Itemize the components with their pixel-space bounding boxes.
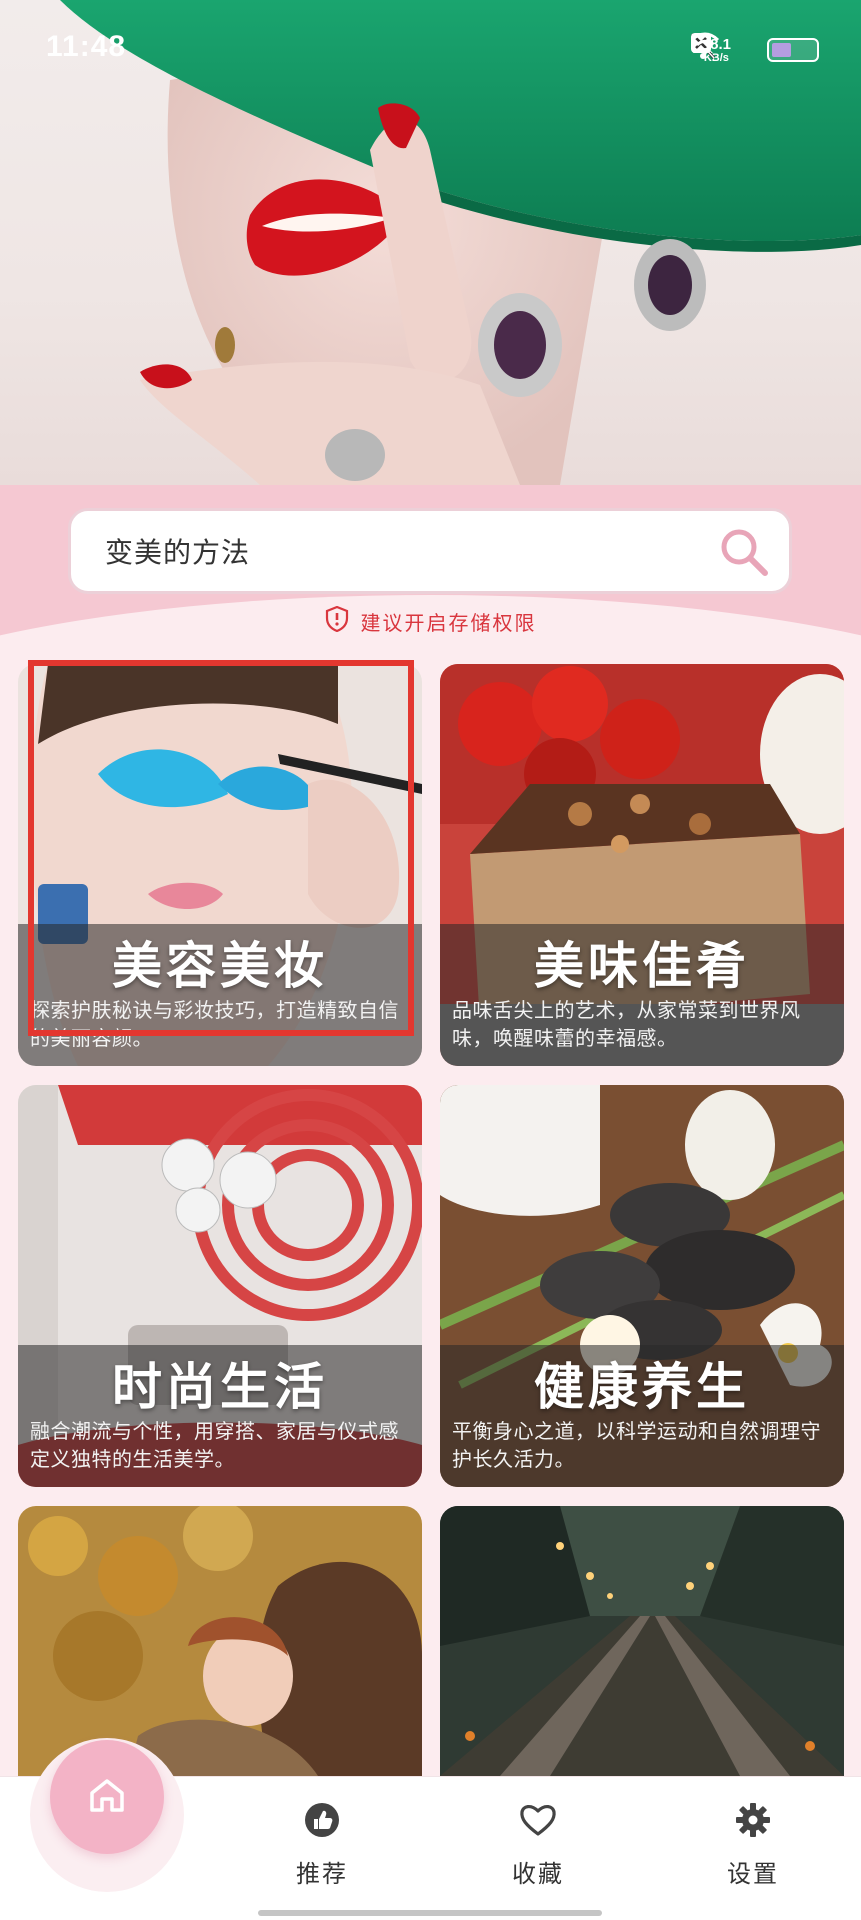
nav-label: 收藏 <box>512 1860 564 1888</box>
nav-item-settings[interactable]: 设置 <box>693 1800 813 1890</box>
search-text: 变美的方法 <box>105 536 251 569</box>
home-button[interactable] <box>50 1740 164 1854</box>
card-title: 时尚生活 <box>112 1358 328 1416</box>
status-bar: 11:48 88.1 KB/s <box>0 0 861 100</box>
nav-label: 推荐 <box>296 1860 348 1888</box>
card-image <box>440 1506 844 1776</box>
battery-icon <box>767 38 819 62</box>
battery-fill <box>772 43 791 57</box>
nav-label: 设置 <box>727 1860 779 1888</box>
status-icons: 88.1 KB/s <box>690 32 819 68</box>
card-desc: 融合潮流与个性，用穿搭、家居与仪式感定义独特的生活美学。 <box>30 1419 399 1471</box>
card-delicious-food[interactable]: 美味佳肴 品味舌尖上的艺术，从家常菜到世界风味，唤醒味蕾的幸福感。 <box>440 664 844 1066</box>
shield-icon <box>325 605 349 637</box>
card-desc: 品味舌尖上的艺术，从家常菜到世界风味，唤醒味蕾的幸福感。 <box>452 998 801 1050</box>
card-image <box>18 1506 422 1776</box>
search-input[interactable]: 变美的方法 <box>68 508 792 594</box>
card-title: 美味佳肴 <box>534 937 750 995</box>
thumbs-up-icon <box>302 1800 342 1840</box>
nav-item-recommend[interactable]: 推荐 <box>262 1800 382 1890</box>
card-title: 健康养生 <box>534 1358 750 1416</box>
storage-permission-tip[interactable]: 建议开启存储权限 <box>0 604 861 638</box>
card-travel[interactable] <box>440 1506 844 1776</box>
card-beauty-makeup[interactable]: 美容美妆 探索护肤秘诀与彩妆技巧，打造精致自信的美丽容颜。 <box>18 664 422 1066</box>
status-time: 11:48 <box>46 30 127 63</box>
home-icon <box>88 1777 126 1817</box>
gear-icon <box>733 1800 773 1840</box>
card-desc: 平衡身心之道，以科学运动和自然调理守护长久活力。 <box>452 1419 821 1471</box>
card-title: 美容美妆 <box>112 937 328 995</box>
search-icon[interactable] <box>717 525 771 579</box>
card-desc: 探索护肤秘诀与彩妆技巧，打造精致自信的美丽容颜。 <box>30 998 399 1050</box>
card-health-wellness[interactable]: 健康养生 平衡身心之道，以科学运动和自然调理守护长久活力。 <box>440 1085 844 1487</box>
card-family[interactable] <box>18 1506 422 1776</box>
heart-icon <box>518 1800 558 1840</box>
permission-tip-text: 建议开启存储权限 <box>360 610 537 635</box>
hero-banner: 11:48 88.1 KB/s <box>0 0 861 485</box>
card-fashion-life[interactable]: 时尚生活 融合潮流与个性，用穿搭、家居与仪式感定义独特的生活美学。 <box>18 1085 422 1487</box>
gesture-bar[interactable] <box>258 1910 602 1916</box>
nav-item-favorites[interactable]: 收藏 <box>478 1800 598 1890</box>
